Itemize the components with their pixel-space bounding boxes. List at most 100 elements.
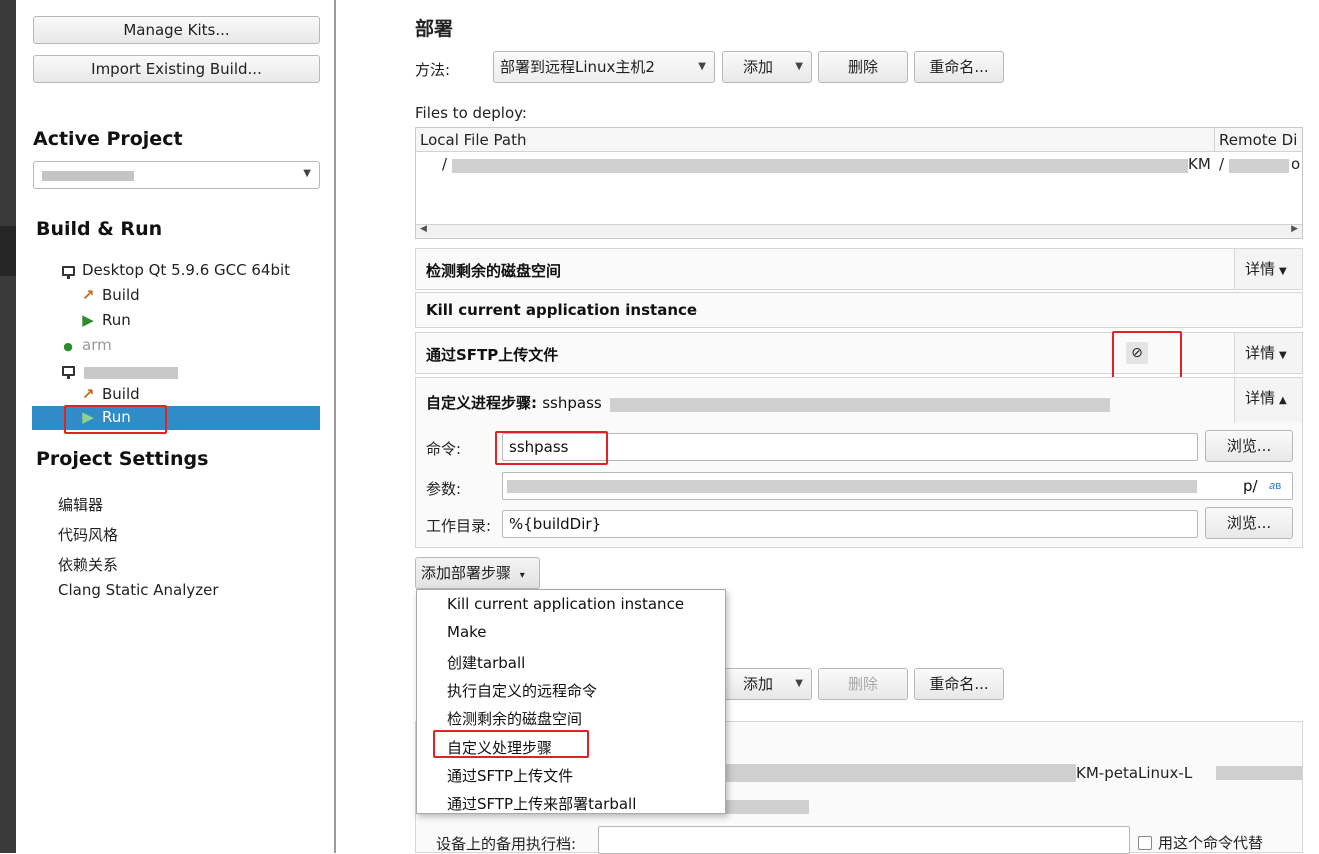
redacted-kit-name bbox=[84, 367, 178, 379]
details-button-sftp-upload[interactable]: 详情 ▼ bbox=[1234, 333, 1302, 373]
import-existing-build-button[interactable]: Import Existing Build... bbox=[33, 55, 320, 83]
redacted-local-path bbox=[452, 159, 1188, 173]
browse-command-button[interactable]: 浏览... bbox=[1205, 430, 1293, 462]
chevron-down-icon: ▼ bbox=[1279, 350, 1287, 361]
chevron-up-icon: ▲ bbox=[1279, 395, 1287, 406]
redacted-run-path-end bbox=[1216, 766, 1302, 780]
monitor-icon bbox=[60, 261, 76, 279]
browse-workdir-button[interactable]: 浏览... bbox=[1205, 507, 1293, 539]
menu-item-kill-app[interactable]: Kill current application instance bbox=[447, 595, 684, 613]
add-label: 添加 bbox=[743, 675, 774, 693]
workdir-label: 工作目录: bbox=[426, 517, 492, 535]
step-kill-app: Kill current application instance bbox=[415, 292, 1303, 328]
details-label: 详情 bbox=[1245, 389, 1276, 407]
build-label: Build bbox=[102, 286, 140, 304]
add-deploy-config-button[interactable]: 添加 ▼ bbox=[722, 51, 812, 83]
project-settings-heading: Project Settings bbox=[36, 448, 209, 470]
delete-run-config-button[interactable]: 删除 bbox=[818, 668, 908, 700]
chevron-down-icon: ▼ bbox=[698, 61, 706, 72]
row-remote-end: o bbox=[1291, 155, 1301, 173]
step-title-custom-process: 自定义进程步骤: sshpass bbox=[426, 392, 602, 413]
row-local-start: / bbox=[442, 155, 448, 173]
kit-arm[interactable]: ● arm bbox=[60, 336, 112, 354]
deploy-heading: 部署 bbox=[415, 18, 454, 40]
scroll-right-icon[interactable]: ▶ bbox=[1291, 224, 1298, 234]
hammer-icon: ↗ bbox=[81, 286, 95, 304]
row-local-end: KM bbox=[1188, 155, 1211, 173]
sidebar: Manage Kits... Import Existing Build... … bbox=[16, 0, 334, 853]
kit-redacted-build[interactable]: ↗ Build bbox=[80, 385, 140, 403]
active-project-select[interactable]: ▼ bbox=[33, 161, 320, 189]
use-cmd-checkbox[interactable]: 用这个命令代替 bbox=[1138, 832, 1263, 853]
command-label: 命令: bbox=[426, 440, 462, 458]
settings-clang-static-analyzer[interactable]: Clang Static Analyzer bbox=[58, 581, 219, 599]
details-label: 详情 bbox=[1245, 344, 1276, 362]
deploy-method-select[interactable]: 部署到远程Linux主机2 ▼ bbox=[493, 51, 715, 83]
files-to-deploy-label: Files to deploy: bbox=[415, 104, 527, 122]
annotation-box-command bbox=[495, 431, 608, 465]
settings-editor[interactable]: 编辑器 bbox=[58, 494, 103, 515]
delete-deploy-config-button[interactable]: 删除 bbox=[818, 51, 908, 83]
window-edge bbox=[0, 0, 16, 853]
menu-item-create-tarball[interactable]: 创建tarball bbox=[447, 652, 525, 673]
kit-desktop-qt-label: Desktop Qt 5.9.6 GCC 64bit bbox=[82, 261, 291, 279]
add-deploy-step-menu: Kill current application instance Make 创… bbox=[416, 589, 726, 814]
menu-item-remote-command[interactable]: 执行自定义的远程命令 bbox=[447, 680, 597, 701]
sidebar-divider bbox=[334, 0, 336, 853]
menu-item-sftp-upload[interactable]: 通过SFTP上传文件 bbox=[447, 765, 573, 786]
settings-dependencies[interactable]: 依赖关系 bbox=[58, 554, 118, 575]
chevron-down-icon: ▼ bbox=[1279, 266, 1287, 277]
redacted-args bbox=[507, 480, 1197, 493]
col-remote-dir: Remote Di bbox=[1219, 131, 1298, 149]
menu-item-sftp-tarball[interactable]: 通过SFTP上传来部署tarball bbox=[447, 793, 636, 814]
add-step-label: 添加部署步骤 bbox=[421, 564, 512, 582]
alt-exec-input[interactable] bbox=[598, 826, 1130, 854]
build-run-heading: Build & Run bbox=[36, 218, 163, 240]
rename-deploy-config-button[interactable]: 重命名... bbox=[914, 51, 1004, 83]
step-title-kill-app: Kill current application instance bbox=[426, 301, 698, 319]
use-cmd-label: 用这个命令代替 bbox=[1158, 834, 1264, 852]
redacted-run-exec bbox=[721, 800, 809, 814]
details-button-disk-space[interactable]: 详情 ▼ bbox=[1234, 249, 1302, 289]
custom-step-title: 自定义进程步骤: bbox=[426, 394, 537, 412]
kit-desktop-qt[interactable]: Desktop Qt 5.9.6 GCC 64bit bbox=[60, 261, 290, 279]
add-deploy-step-button[interactable]: 添加部署步骤 ▾ bbox=[415, 557, 540, 589]
menu-item-make[interactable]: Make bbox=[447, 623, 487, 641]
workdir-input[interactable]: %{buildDir} bbox=[502, 510, 1198, 538]
details-label: 详情 bbox=[1245, 260, 1276, 278]
add-run-config-button[interactable]: 添加 ▼ bbox=[722, 668, 812, 700]
add-kit-icon: ● bbox=[63, 340, 73, 353]
row-remote-start: / bbox=[1219, 155, 1225, 173]
args-input[interactable]: p/ 𝑎ʙ bbox=[502, 472, 1293, 500]
deploy-method-value: 部署到远程Linux主机2 bbox=[500, 58, 655, 76]
rename-run-config-button[interactable]: 重命名... bbox=[914, 668, 1004, 700]
scroll-left-icon[interactable]: ◀ bbox=[420, 224, 427, 234]
table-header: Local File Path Remote Di bbox=[416, 128, 1302, 152]
step-title-disk-space: 检测剩余的磁盘空间 bbox=[426, 262, 562, 280]
files-to-deploy-table[interactable]: Local File Path Remote Di / KM / o ◀ ▶ bbox=[415, 127, 1303, 239]
monitor-icon bbox=[60, 361, 76, 379]
variable-chooser-icon[interactable]: 𝑎ʙ bbox=[1269, 473, 1281, 499]
method-label: 方法: bbox=[415, 61, 451, 79]
horizontal-scrollbar[interactable]: ◀ ▶ bbox=[416, 224, 1302, 238]
kit-desktop-run[interactable]: ▶ Run bbox=[80, 311, 131, 329]
chevron-down-icon: ▾ bbox=[519, 570, 525, 581]
manage-kits-button[interactable]: Manage Kits... bbox=[33, 16, 320, 44]
custom-step-value: sshpass bbox=[542, 394, 602, 412]
redacted-project-name bbox=[42, 171, 134, 181]
chevron-down-icon: ▼ bbox=[795, 678, 803, 689]
args-label: 参数: bbox=[426, 480, 462, 498]
menu-item-disk-space[interactable]: 检测剩余的磁盘空间 bbox=[447, 708, 582, 729]
details-button-custom-process[interactable]: 详情 ▲ bbox=[1234, 378, 1302, 422]
step-title-sftp-upload: 通过SFTP上传文件 bbox=[426, 346, 559, 364]
kit-desktop-build[interactable]: ↗ Build bbox=[80, 286, 140, 304]
build-label: Build bbox=[102, 385, 140, 403]
redacted-run-path bbox=[716, 764, 1076, 782]
hammer-icon: ↗ bbox=[81, 385, 95, 403]
run-path-tail: KM-petaLinux-L bbox=[1076, 764, 1193, 782]
add-label: 添加 bbox=[743, 58, 774, 76]
kit-redacted[interactable] bbox=[60, 361, 178, 379]
column-separator bbox=[1214, 128, 1215, 152]
settings-code-style[interactable]: 代码风格 bbox=[58, 524, 118, 545]
checkbox-icon[interactable] bbox=[1138, 836, 1152, 850]
